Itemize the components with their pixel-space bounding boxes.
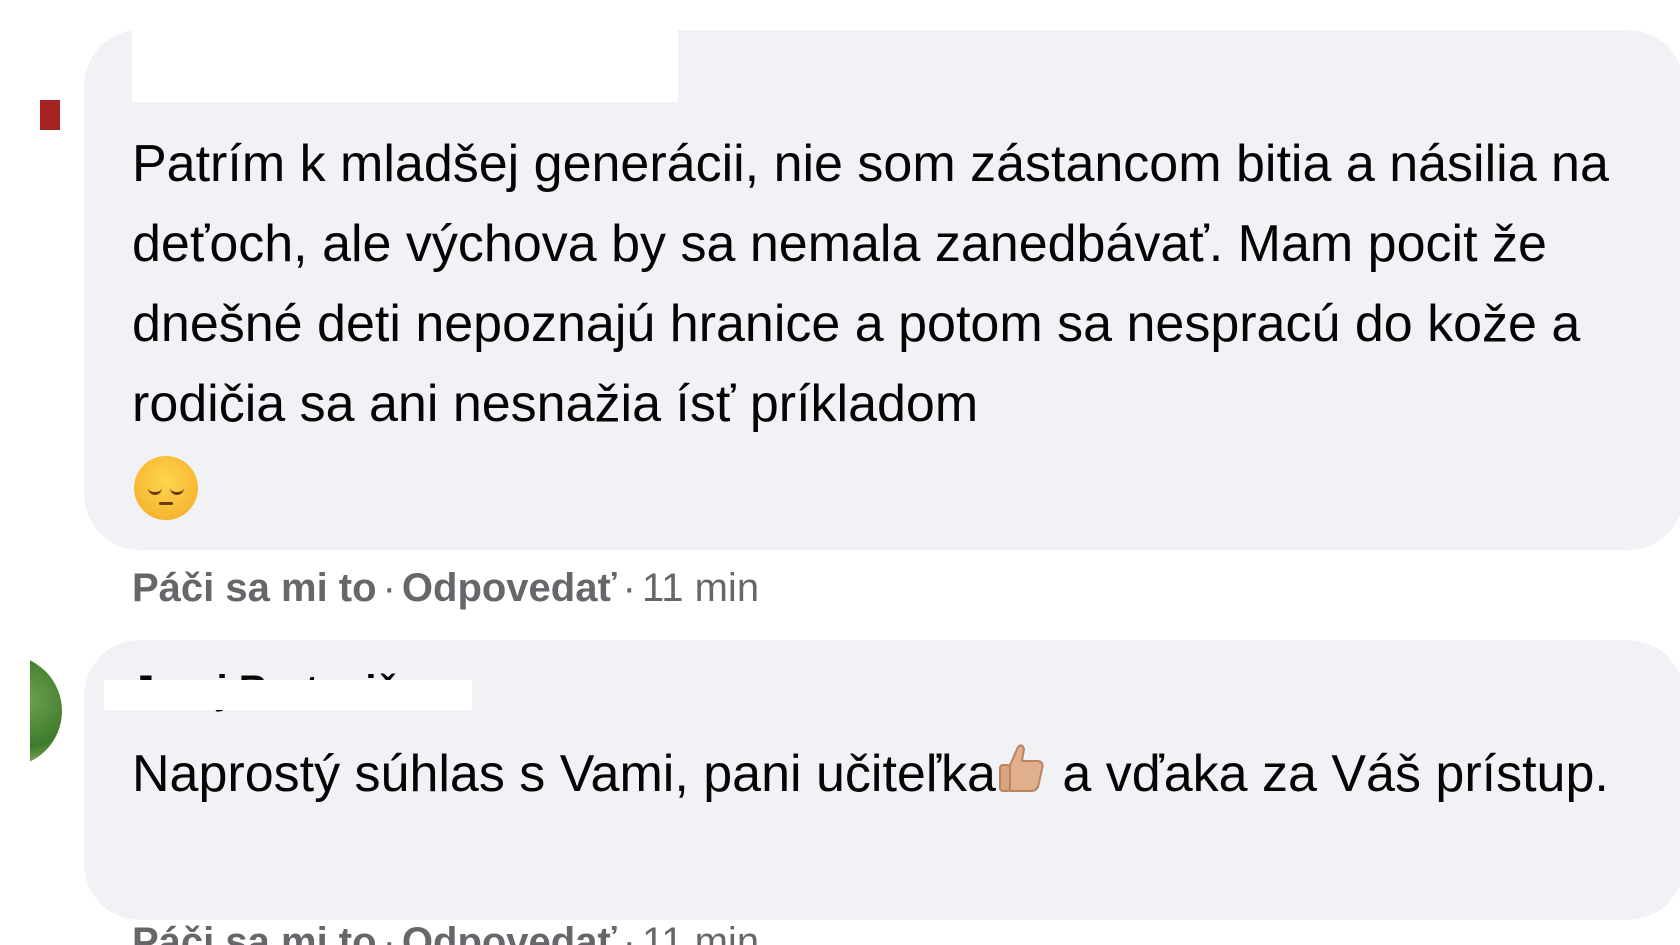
comments-section: Natália Brachaneková Patrím k mladšej ge… xyxy=(0,0,1680,945)
like-link[interactable]: Páči sa mi to xyxy=(132,566,377,610)
like-link[interactable]: Páči sa mi to xyxy=(132,920,377,945)
comment-timestamp[interactable]: 11 min xyxy=(642,566,759,610)
comment-timestamp[interactable]: 11 min xyxy=(642,920,759,945)
reply-link[interactable]: Odpovedať xyxy=(402,566,617,610)
comment-actions: Páči sa mi to · Odpovedať · 11 min xyxy=(132,566,759,611)
avatar[interactable] xyxy=(40,100,60,130)
separator: · xyxy=(382,566,396,610)
comment-actions: Páči sa mi to · Odpovedať · 11 min xyxy=(132,920,759,945)
pensive-face-icon xyxy=(134,456,198,520)
avatar[interactable] xyxy=(30,655,62,767)
comment-text-part: Naprostý súhlas s Vami, pani učiteľka xyxy=(132,745,996,803)
separator: · xyxy=(382,920,396,945)
redaction-overlay xyxy=(104,680,472,710)
redaction-overlay xyxy=(132,30,678,102)
comment-text: Patrím k mladšej generácii, nie som zást… xyxy=(132,135,1609,433)
comment-text: Naprostý súhlas s Vami, pani učiteľka a … xyxy=(132,734,1652,814)
thumbs-up-icon xyxy=(996,740,1048,796)
separator: · xyxy=(622,920,636,945)
separator: · xyxy=(622,566,636,610)
reply-link[interactable]: Odpovedať xyxy=(402,920,617,945)
comment-text-part: a vďaka za Váš prístup. xyxy=(1047,745,1609,803)
